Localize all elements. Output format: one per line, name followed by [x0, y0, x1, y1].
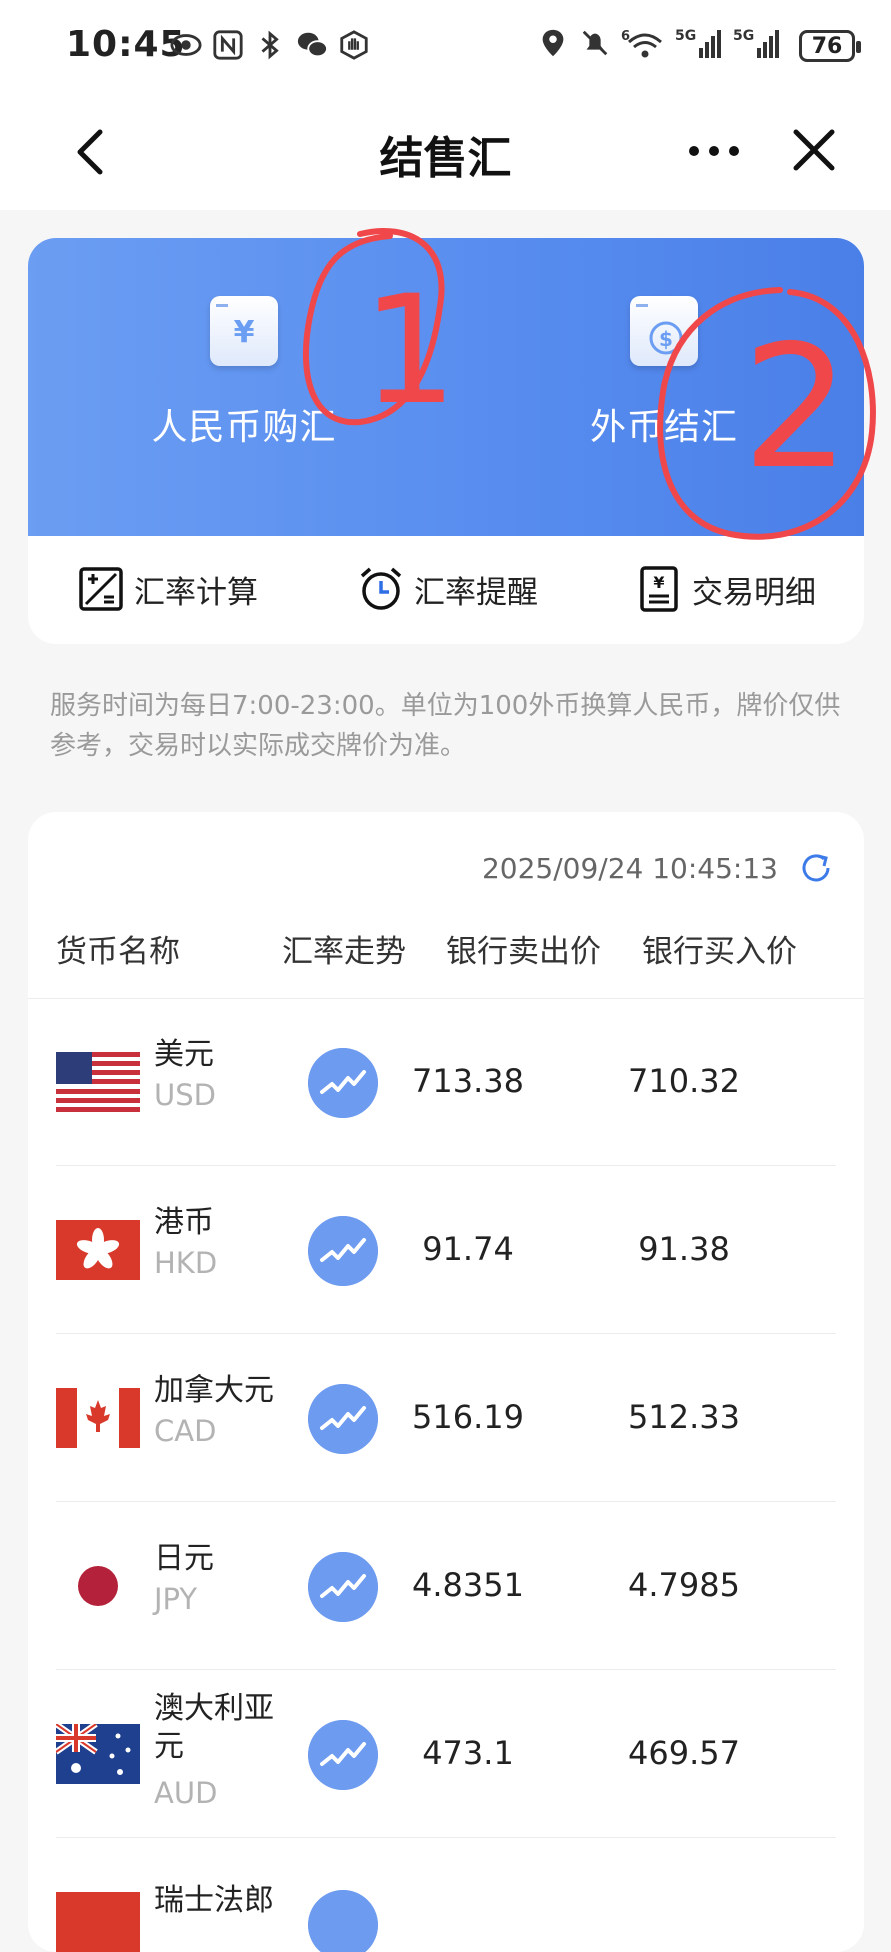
transaction-details-button[interactable]: ¥ 交易明细: [636, 566, 816, 612]
trend-chart-icon[interactable]: [308, 1384, 378, 1454]
battery-indicator: 76: [799, 30, 861, 62]
currency-name: 日元: [154, 1541, 214, 1576]
fx-icon-glyph: $: [659, 327, 673, 351]
calculator-icon: [79, 567, 123, 611]
more-options-icon[interactable]: [684, 126, 744, 176]
eye-icon: [170, 34, 202, 56]
header-currency-name: 货币名称: [56, 934, 180, 970]
rate-row-usd[interactable]: 美元 USD 713.38 710.32: [28, 998, 864, 1166]
currency-name: 美元: [154, 1037, 214, 1072]
fx-settlement-button[interactable]: $ 外币结汇: [514, 296, 814, 450]
trend-chart-icon[interactable]: [308, 1216, 378, 1286]
header-bank-sell: 银行卖出价: [446, 934, 601, 970]
currency-name: 港币: [154, 1205, 214, 1240]
buy-price: 4.7985: [628, 1566, 740, 1604]
buy-price: 469.57: [628, 1734, 740, 1772]
us-flag-icon: [56, 1052, 140, 1112]
bluetooth-icon: [261, 30, 279, 60]
rate-row-chf[interactable]: 瑞士法郎: [28, 1838, 864, 1952]
wifi-label: 6: [621, 29, 630, 44]
rmb-purchase-button[interactable]: ¥ 人民币购汇: [94, 296, 394, 450]
transaction-details-label: 交易明细: [692, 574, 816, 611]
ch-flag-icon: [56, 1892, 140, 1952]
rate-alert-label: 汇率提醒: [414, 574, 538, 611]
buy-price: 91.38: [638, 1230, 730, 1268]
signal-5g-icon: 5G: [675, 28, 721, 58]
hk-flag-icon: [56, 1220, 140, 1280]
au-flag-icon: [56, 1724, 140, 1784]
rmb-icon-glyph: ¥: [234, 315, 255, 350]
currency-code: HKD: [154, 1246, 218, 1280]
status-left-icons: [170, 28, 370, 62]
exchange-actions-card: ¥ 人民币购汇 $ 外币结汇 汇率计算 汇率提醒 ¥ 交易明细: [28, 238, 864, 644]
status-right-icons: 6 5G 5G: [537, 26, 781, 60]
currency-name: 澳大利亚元: [154, 1691, 274, 1764]
jp-flag-icon: [56, 1556, 140, 1616]
close-icon[interactable]: [784, 120, 844, 180]
dollar-note-icon: $: [630, 296, 698, 366]
sell-price: 473.1: [422, 1734, 514, 1772]
trend-chart-icon[interactable]: [308, 1720, 378, 1790]
rate-row-cad[interactable]: 加拿大元 CAD 516.19 512.33: [28, 1334, 864, 1502]
service-notice: 服务时间为每日7:00-23:00。单位为100外币换算人民币，牌价仅供参考，交…: [50, 691, 841, 761]
trend-chart-icon[interactable]: [308, 1048, 378, 1118]
network-label-1: 5G: [675, 28, 696, 44]
wifi-icon: 6: [621, 29, 662, 58]
refresh-icon[interactable]: [798, 850, 834, 886]
rate-row-hkd[interactable]: 港币 HKD 91.74 91.38: [28, 1166, 864, 1334]
rate-row-jpy[interactable]: 日元 JPY 4.8351 4.7985: [28, 1502, 864, 1670]
mute-bell-icon: [582, 30, 608, 56]
rate-row-aud[interactable]: 澳大利亚元 AUD 473.1 469.57: [28, 1670, 864, 1838]
svg-text:¥: ¥: [653, 573, 664, 592]
currency-code: JPY: [154, 1582, 198, 1616]
sell-price: 516.19: [412, 1398, 524, 1436]
sell-price: 713.38: [412, 1062, 524, 1100]
wechat-icon: [297, 32, 328, 58]
tools-row: 汇率计算 汇率提醒 ¥ 交易明细: [28, 536, 864, 644]
currency-name: 瑞士法郎: [154, 1883, 274, 1918]
status-bar: 10:45 6 5G 5G 76: [0, 0, 891, 98]
location-icon: [542, 29, 564, 57]
hero-banner: ¥ 人民币购汇 $ 外币结汇: [28, 238, 864, 536]
buy-price: 512.33: [628, 1398, 740, 1436]
alarm-clock-icon: [360, 567, 402, 610]
page-title: 结售汇: [379, 133, 512, 184]
currency-name: 加拿大元: [154, 1373, 274, 1408]
ca-flag-icon: [56, 1388, 140, 1448]
nfc-icon: [213, 30, 243, 60]
trend-chart-icon[interactable]: [308, 1552, 378, 1622]
header-trend: 汇率走势: [282, 934, 406, 970]
buy-price: 710.32: [628, 1062, 740, 1100]
receipt-icon: ¥: [640, 566, 678, 612]
network-label-2: 5G: [733, 28, 754, 44]
status-time: 10:45: [66, 24, 186, 65]
sell-price: 4.8351: [412, 1566, 524, 1604]
rate-calculator-label: 汇率计算: [134, 574, 258, 611]
hand-shield-icon: [340, 30, 368, 60]
exchange-rates-card: 2025/09/24 10:45:13 货币名称 汇率走势 银行卖出价 银行买入…: [28, 812, 864, 1952]
rates-timestamp: 2025/09/24 10:45:13: [481, 852, 778, 885]
trend-chart-icon[interactable]: [308, 1890, 378, 1952]
sell-price: 91.74: [422, 1230, 514, 1268]
rate-calculator-button[interactable]: 汇率计算: [78, 566, 258, 612]
nav-bar: 结售汇: [0, 98, 891, 210]
rate-alert-button[interactable]: 汇率提醒: [358, 566, 538, 612]
currency-code: USD: [154, 1078, 216, 1112]
currency-code: CAD: [154, 1414, 217, 1448]
signal-5g-icon: 5G: [733, 28, 779, 58]
yuan-note-icon: ¥: [210, 296, 278, 366]
currency-code: AUD: [154, 1776, 218, 1810]
header-bank-buy: 银行买入价: [642, 934, 797, 970]
rmb-purchase-label: 人民币购汇: [151, 407, 337, 448]
fx-settlement-label: 外币结汇: [589, 407, 738, 448]
